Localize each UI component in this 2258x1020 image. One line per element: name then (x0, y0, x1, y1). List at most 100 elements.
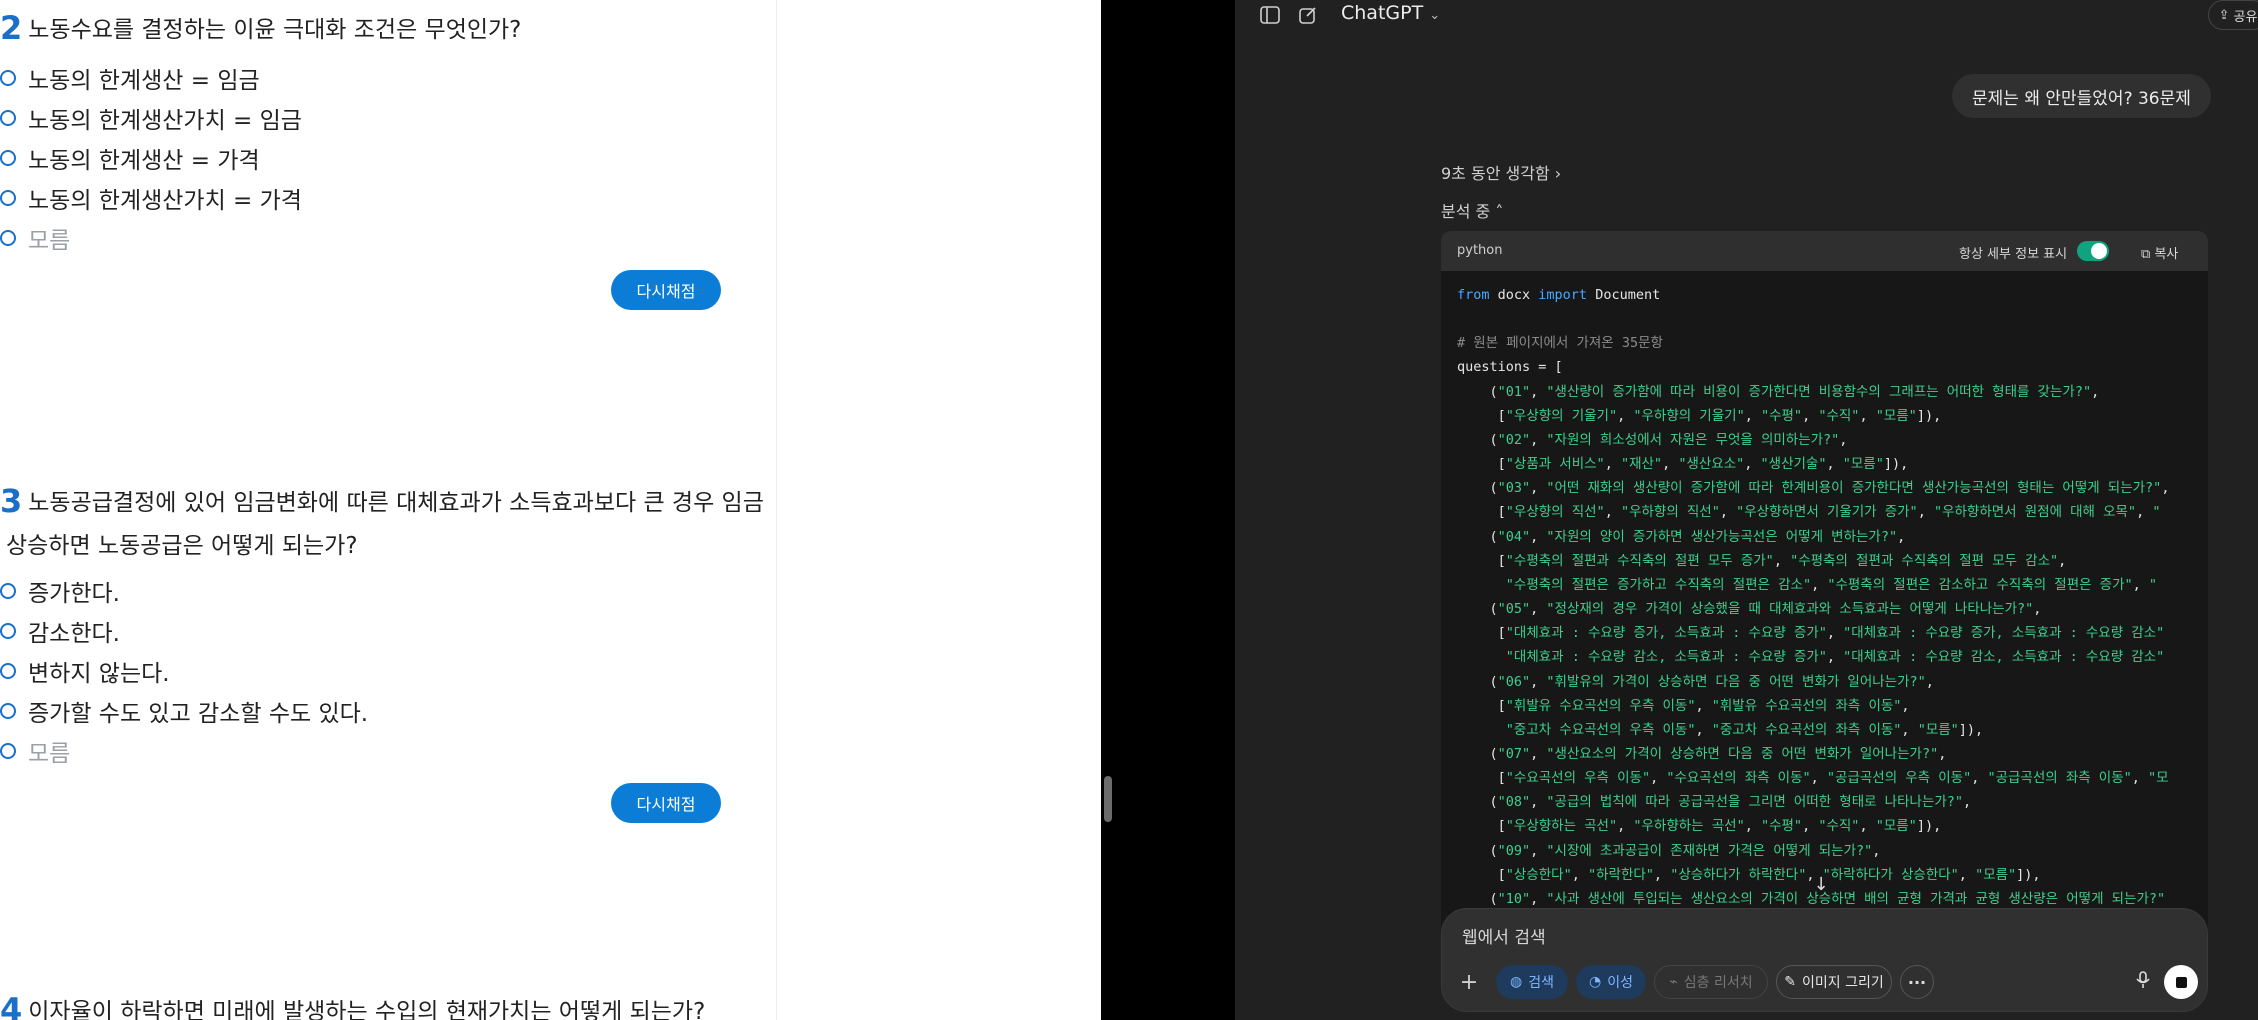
show-details-toggle[interactable] (2077, 241, 2109, 261)
code-line: ("05", "정상재의 경우 가격이 상승했을 때 대체효과와 소득효과는 어… (1457, 601, 2042, 618)
q2-option-unknown[interactable]: 모름 (0, 218, 70, 258)
q3-option-4[interactable]: 증가할 수도 있고 감소할 수도 있다. (0, 691, 368, 731)
attach-button[interactable]: + (1452, 965, 1486, 999)
telescope-icon: ⌁ (1669, 974, 1678, 990)
share-label: 공유 (2233, 9, 2258, 25)
split-divider[interactable] (1101, 0, 1235, 1020)
more-icon: ··· (1907, 972, 1927, 992)
divider-drag-handle[interactable] (1104, 776, 1112, 822)
question-number: 2 (0, 9, 23, 47)
radio-button[interactable] (0, 150, 16, 166)
q2-regrade-button[interactable]: 다시채점 (611, 270, 721, 310)
radio-button[interactable] (0, 663, 16, 679)
sidebar-toggle-icon[interactable] (1255, 0, 1285, 30)
code-line: ["수요곡선의 우측 이동", "수요곡선의 좌측 이동", "공급곡선의 우측… (1457, 770, 2169, 787)
question-text: 노동공급결정에 있어 임금변화에 따른 대체효과가 소득효과보다 큰 경우 임금 (28, 490, 764, 516)
reason-label: 이성 (1607, 975, 1633, 991)
q2-option-3[interactable]: 노동의 한계생산 = 가격 (0, 138, 260, 178)
q3-option-1[interactable]: 증가한다. (0, 571, 120, 611)
question-number: 4 (0, 991, 23, 1020)
reason-toggle-button[interactable]: ◔ 이성 (1576, 965, 1646, 999)
microphone-icon (2136, 971, 2150, 993)
search-toggle-button[interactable]: ◍ 검색 (1496, 965, 1568, 999)
option-label: 감소한다. (28, 621, 120, 647)
share-button[interactable]: ⇪ 공유 (2208, 0, 2258, 30)
thought-label: 9초 동안 생각함 (1441, 164, 1550, 183)
code-language-label: python (1457, 243, 1503, 258)
chevron-up-icon: ˄ (1495, 202, 1504, 221)
toggle-knob (2091, 243, 2107, 259)
radio-button[interactable] (0, 703, 16, 719)
chevron-down-icon: ⌄ (1429, 8, 1441, 23)
option-label: 노동의 한계생산가치 = 임금 (28, 108, 302, 134)
radio-button[interactable] (0, 230, 16, 246)
scroll-down-button[interactable]: ↓ (1806, 869, 1836, 899)
code-line: ("07", "생산요소의 가격이 상승하면 다음 중 어떤 변화가 일어나는가… (1457, 745, 1947, 762)
q3-option-3[interactable]: 변하지 않는다. (0, 651, 170, 691)
option-label: 노동의 한계생산 = 임금 (28, 68, 260, 94)
thought-duration-toggle[interactable]: 9초 동안 생각함 › (1441, 160, 1561, 184)
code-line: ["상품과 서비스", "재산", "생산요소", "생산기술", "모름"])… (1457, 456, 1909, 473)
q2-option-4[interactable]: 노동의 한계생산가치 = 가격 (0, 178, 302, 218)
voice-input-button[interactable] (2126, 965, 2160, 999)
code-line: "대체효과 : 수요량 감소, 소득효과 : 수요량 증가", "대체효과 : … (1505, 649, 2165, 666)
copy-icon: ⧉ (2141, 247, 2151, 262)
image-create-button[interactable]: ✎ 이미지 그리기 (1776, 965, 1892, 999)
lightbulb-icon: ◔ (1589, 974, 1602, 990)
option-label: 증가한다. (28, 581, 120, 607)
chatgpt-window: ChatGPT ⌄ ⇪ 공유 문제는 왜 안만들었어? 36문제 9초 동안 생각함… (1235, 0, 2258, 1020)
code-content: from docx import Document # 원본 페이지에서 가져온… (1457, 283, 2208, 911)
model-name: ChatGPT (1341, 2, 1424, 24)
show-details-label: 항상 세부 정보 표시 (1959, 247, 2068, 262)
message-composer: 웹에서 검색 + ◍ 검색 ◔ 이성 ⌁ 심층 리서치 ✎ 이미지 그리기 ··· (1441, 908, 2208, 1012)
stop-generation-button[interactable] (2164, 965, 2198, 999)
content-column-border (776, 0, 777, 1020)
code-line: ["우상향의 기울기", "우하향의 기울기", "수평", "수직", "모름… (1457, 407, 1942, 424)
quiz-page: 2 노동수요를 결정하는 이윤 극대화 조건은 무엇인가? 노동의 한계생산 = … (0, 0, 1101, 1020)
globe-icon: ◍ (1510, 974, 1523, 990)
plus-icon: + (1459, 969, 1479, 995)
option-label: 모름 (28, 741, 71, 767)
question-2-title: 2 노동수요를 결정하는 이윤 극대화 조건은 무엇인가? (0, 8, 521, 50)
new-chat-icon[interactable] (1293, 0, 1323, 30)
chevron-right-icon: › (1554, 164, 1562, 183)
code-line: ("04", "자원의 양이 증가하면 생산가능곡선은 어떻게 변하는가?", (1457, 528, 1906, 545)
copy-button[interactable]: ⧉ 복사 (2141, 243, 2178, 262)
composer-input[interactable]: 웹에서 검색 (1462, 923, 1546, 948)
q3-option-2[interactable]: 감소한다. (0, 611, 120, 651)
question-3-title-line2: 상승하면 노동공급은 어떻게 되는가? (6, 533, 358, 559)
image-create-label: 이미지 그리기 (1802, 975, 1884, 991)
code-line: # 원본 페이지에서 가져온 35문항 (1457, 335, 1663, 352)
radio-button[interactable] (0, 583, 16, 599)
question-3-title: 3 노동공급결정에 있어 임금변화에 따른 대체효과가 소득효과보다 큰 경우 임… (0, 481, 764, 523)
question-number: 3 (0, 482, 23, 520)
model-selector[interactable]: ChatGPT ⌄ (1341, 2, 1440, 24)
user-message-bubble: 문제는 왜 안만들었어? 36문제 (1952, 74, 2211, 118)
radio-button[interactable] (0, 70, 16, 86)
code-line: ["수평축의 절편과 수직축의 절편 모두 증가", "수평축의 절편과 수직축… (1457, 552, 2067, 569)
code-line: ("09", "시장에 초과공급이 존재하면 가격은 어떻게 되는가?", (1457, 842, 1881, 859)
q3-option-unknown[interactable]: 모름 (0, 731, 70, 771)
option-label: 증가할 수도 있고 감소할 수도 있다. (28, 701, 369, 727)
radio-button[interactable] (0, 623, 16, 639)
more-tools-button[interactable]: ··· (1900, 965, 1934, 999)
question-4-title: 4 이자율이 하락하면 미래에 발생하는 수입의 현재가치는 어떻게 되는가? (0, 990, 705, 1020)
copy-label: 복사 (2154, 247, 2179, 262)
code-line: ("03", "어떤 재화의 생산량이 증가함에 따라 한계비용이 증가한다면 … (1457, 480, 2170, 497)
share-icon: ⇪ (2218, 7, 2230, 23)
question-text: 노동수요를 결정하는 이윤 극대화 조건은 무엇인가? (28, 17, 522, 43)
q3-regrade-button[interactable]: 다시채점 (611, 783, 721, 823)
option-label: 노동의 한계생산가치 = 가격 (28, 188, 302, 214)
arrow-down-icon: ↓ (1813, 873, 1829, 895)
code-line: from docx import Document (1457, 287, 1661, 303)
deep-research-button[interactable]: ⌁ 심층 리서치 (1654, 965, 1768, 999)
radio-button[interactable] (0, 190, 16, 206)
code-line: ["대체효과 : 수요량 증가, 소득효과 : 수요량 증가", "대체효과 :… (1457, 625, 2165, 642)
radio-button[interactable] (0, 743, 16, 759)
search-label: 검색 (1528, 975, 1554, 991)
radio-button[interactable] (0, 110, 16, 126)
q2-option-1[interactable]: 노동의 한계생산 = 임금 (0, 58, 260, 98)
q2-option-2[interactable]: 노동의 한계생산가치 = 임금 (0, 98, 302, 138)
analysis-toggle[interactable]: 분석 중 ˄ (1441, 198, 1503, 222)
